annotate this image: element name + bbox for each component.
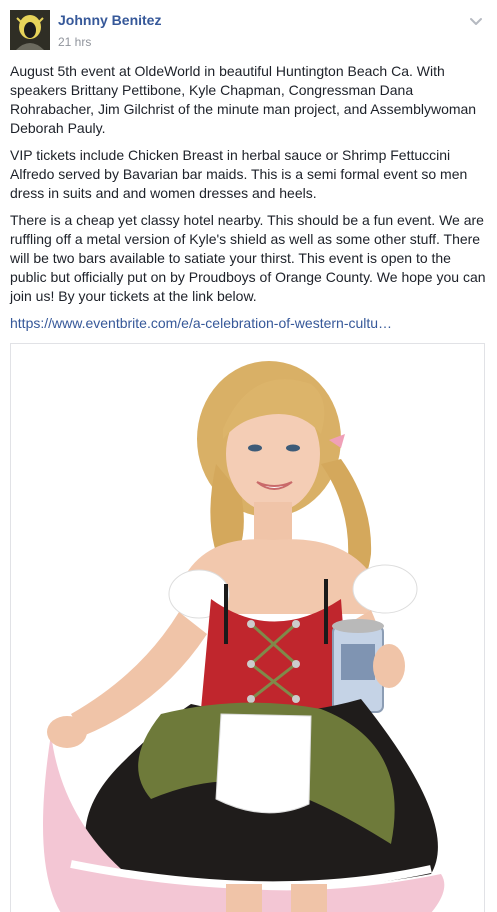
avatar-image (10, 10, 50, 50)
avatar[interactable] (10, 10, 50, 50)
photo-image (11, 344, 484, 912)
post-timestamp[interactable]: 21 hrs (58, 35, 91, 49)
post-paragraph: There is a cheap yet classy hotel nearby… (10, 212, 486, 304)
post-paragraph: August 5th event at OldeWorld in beautif… (10, 63, 477, 136)
facebook-post: Johnny Benitez 21 hrs August 5th event a… (0, 0, 497, 912)
event-link[interactable]: https://www.eventbrite.com/e/a-celebrati… (10, 314, 488, 333)
post-paragraph: VIP tickets include Chicken Breast in he… (10, 147, 468, 201)
post-photo[interactable] (10, 343, 485, 912)
author-name[interactable]: Johnny Benitez (58, 12, 161, 28)
post-body: August 5th event at OldeWorld in beautif… (10, 62, 488, 333)
chevron-down-icon[interactable] (469, 14, 483, 25)
post-header: Johnny Benitez 21 hrs (10, 10, 487, 52)
